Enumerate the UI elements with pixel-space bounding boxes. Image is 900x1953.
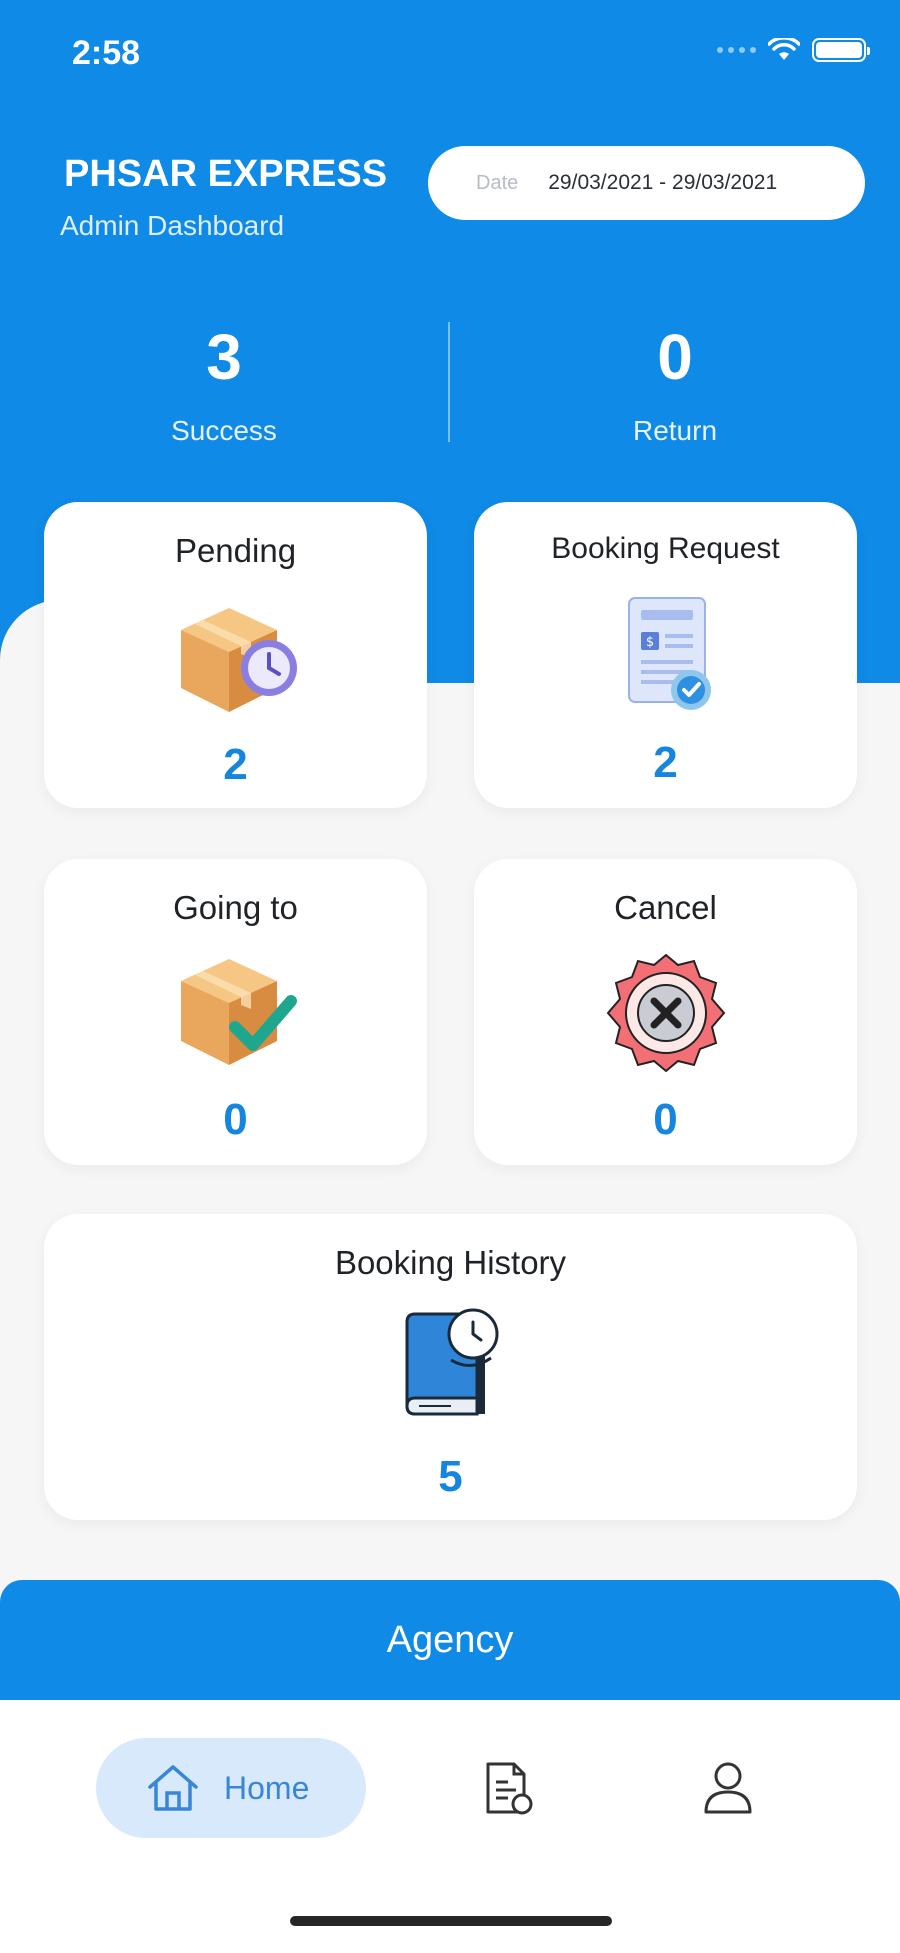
status-icons (717, 38, 870, 62)
box-clock-icon (180, 608, 297, 712)
card-cancel-count: 0 (653, 1095, 678, 1144)
date-range-value: 29/03/2021 - 29/03/2021 (548, 171, 778, 194)
stat-return-label: Return (632, 415, 718, 446)
app-title: PHSAR EXPRESS (64, 153, 388, 195)
card-booking-history-title: Booking History (334, 1244, 567, 1281)
date-label: Date (476, 171, 519, 194)
card-booking-request-count: 2 (653, 738, 678, 787)
card-booking-request-title: Booking Request (551, 532, 780, 565)
stat-return-value: 0 (657, 321, 693, 393)
card-cancel-title: Cancel (614, 889, 717, 926)
card-booking-request[interactable]: Booking Request $ 2 (474, 502, 857, 808)
status-time: 2:58 (72, 34, 141, 72)
stat-success: 3 Success (74, 325, 374, 447)
card-pending-count: 2 (223, 740, 248, 789)
book-clock-icon (404, 1308, 498, 1416)
card-going-to[interactable]: Going to 0 (44, 859, 427, 1165)
stat-return: 0 Return (525, 325, 825, 447)
tab-home-label: Home (224, 1769, 310, 1806)
card-pending[interactable]: Pending 2 (44, 502, 427, 808)
stat-success-value: 3 (206, 321, 242, 393)
agency-label: Agency (386, 1618, 514, 1661)
svg-text:$: $ (645, 635, 653, 650)
card-going-to-count: 0 (223, 1095, 248, 1144)
document-icon (486, 1762, 533, 1815)
box-check-icon (180, 959, 297, 1065)
app-subtitle: Admin Dashboard (60, 210, 285, 241)
wifi-icon (768, 38, 800, 60)
cancel-badge-icon (606, 953, 725, 1073)
home-indicator (290, 1916, 612, 1926)
stat-success-label: Success (171, 415, 277, 446)
document-check-icon: $ (627, 597, 711, 710)
card-cancel[interactable]: Cancel 0 (474, 859, 857, 1165)
date-range-picker[interactable]: Date 29/03/2021 - 29/03/2021 (428, 146, 865, 220)
profile-icon (704, 1762, 752, 1814)
tab-profile[interactable] (700, 1758, 756, 1823)
stat-divider (448, 322, 450, 442)
card-booking-history[interactable]: Booking History 5 (44, 1214, 857, 1520)
agency-button[interactable]: Agency (0, 1580, 900, 1700)
tab-documents[interactable] (478, 1758, 536, 1823)
card-going-to-title: Going to (173, 889, 298, 926)
signal-icon (717, 47, 756, 53)
bottom-tab-bar: Home (0, 1700, 900, 1953)
card-booking-history-count: 5 (438, 1452, 463, 1501)
tab-home[interactable]: Home (96, 1738, 366, 1838)
home-icon (148, 1765, 198, 1811)
card-pending-title: Pending (174, 532, 297, 569)
battery-icon (812, 38, 870, 62)
